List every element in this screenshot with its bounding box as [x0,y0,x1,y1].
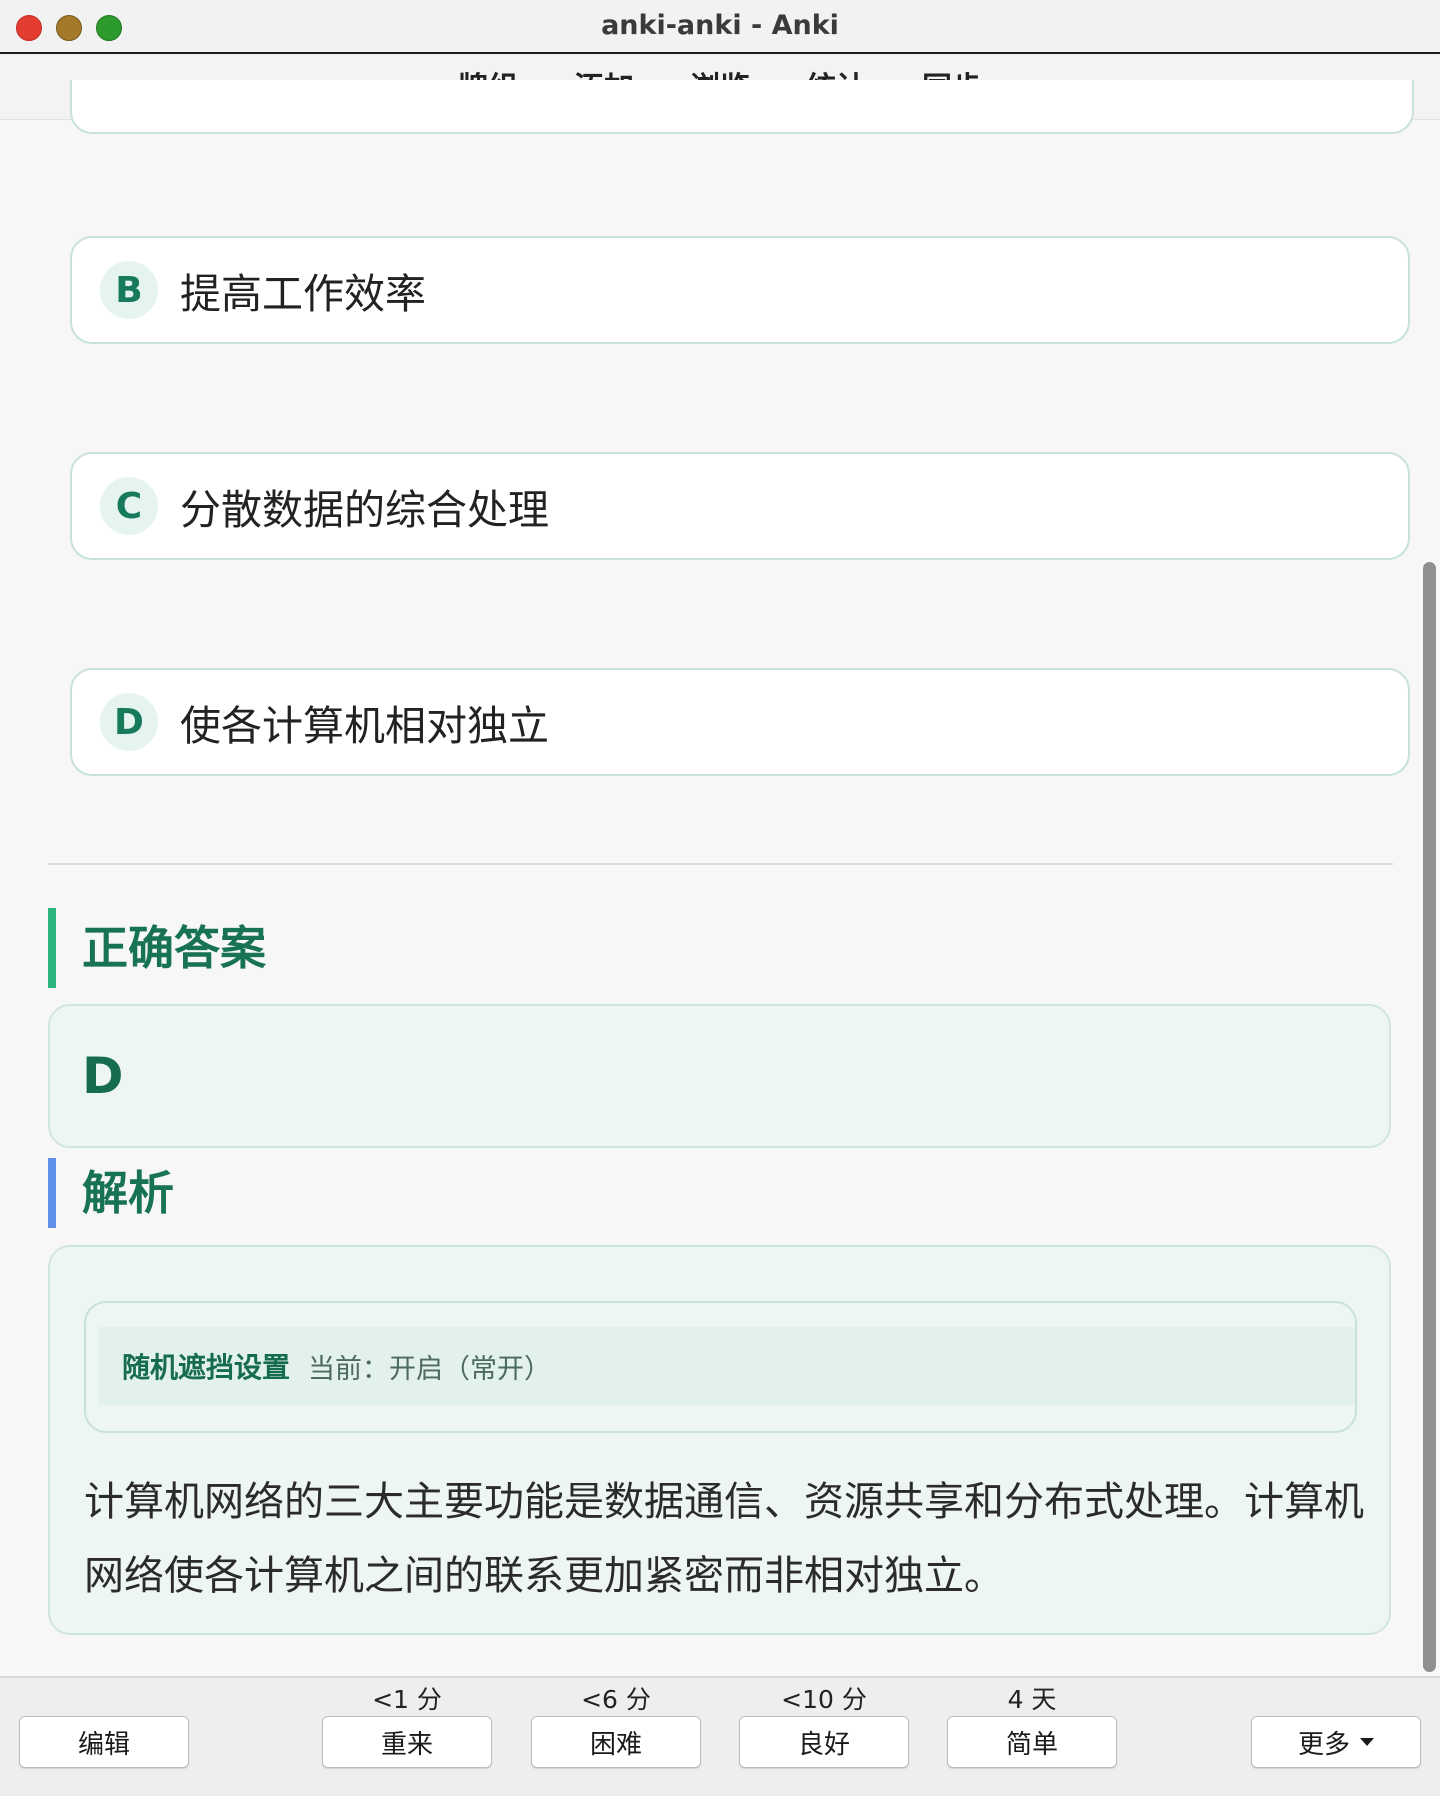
chevron-down-icon [1360,1738,1374,1746]
option-text: 分散数据的综合处理 [180,486,549,534]
random-mask-toggle[interactable]: 随机遮挡设置 当前：开启（常开） [98,1327,1355,1405]
option-b[interactable]: B 提高工作效率 [70,236,1410,344]
again-button[interactable]: 重来 [322,1716,492,1768]
window-title: anki-anki - Anki [601,10,839,41]
analysis-heading: 解析 [48,1158,174,1228]
option-text: 使各计算机相对独立 [180,702,549,750]
random-mask-status: 当前：开启（常开） [308,1353,552,1385]
option-letter-badge: D [100,693,158,751]
option-letter-badge: C [100,477,158,535]
correct-answer-heading: 正确答案 [48,908,266,988]
review-bottom-bar [0,1676,1440,1796]
section-divider [48,863,1393,865]
analysis-text: 计算机网络的三大主要功能是数据通信、资源共享和分布式处理。计算机网络使各计算机之… [84,1479,1364,1599]
ease-time-again: <1 分 [372,1685,442,1714]
more-button-label: 更多 [1297,1729,1350,1760]
option-c[interactable]: C 分散数据的综合处理 [70,452,1410,560]
random-mask-panel: 随机遮挡设置 当前：开启（常开） [84,1301,1357,1433]
correct-answer-box: D [48,1004,1391,1148]
correct-answer-value: D [82,1047,124,1105]
more-button[interactable]: 更多 [1251,1716,1421,1768]
title-bar: anki-anki - Anki [0,0,1440,54]
option-d[interactable]: D 使各计算机相对独立 [70,668,1410,776]
good-button[interactable]: 良好 [739,1716,909,1768]
scrollbar-thumb[interactable] [1423,562,1436,1672]
option-letter-badge: B [100,261,158,319]
hard-button[interactable]: 困难 [531,1716,701,1768]
ease-time-easy: 4 天 [1007,1685,1057,1714]
edit-button[interactable]: 编辑 [19,1716,189,1768]
ease-time-good: <10 分 [781,1685,867,1714]
analysis-box: 随机遮挡设置 当前：开启（常开） 计算机网络的三大主要功能是数据通信、资源共享和… [48,1245,1391,1635]
option-text: 提高工作效率 [180,270,426,318]
random-mask-label: 随机遮挡设置 [122,1351,291,1384]
easy-button[interactable]: 简单 [947,1716,1117,1768]
ease-time-hard: <6 分 [581,1685,651,1714]
option-card-partial [70,80,1414,134]
